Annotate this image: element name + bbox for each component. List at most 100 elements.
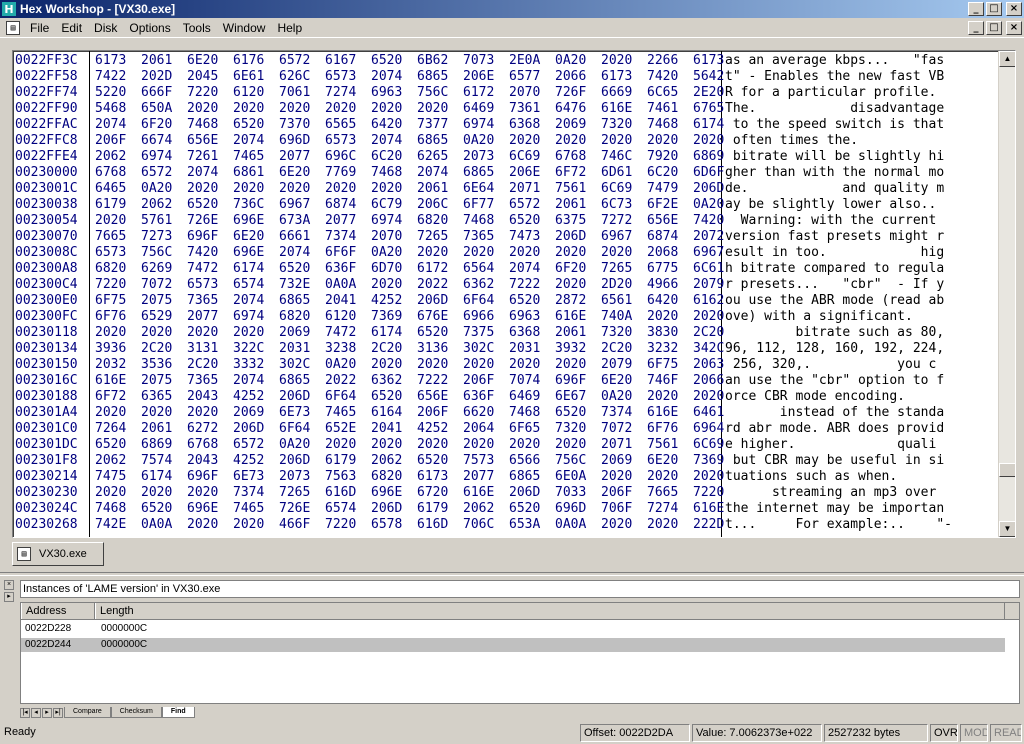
hex-word[interactable]: 2074 [371, 133, 402, 149]
hex-word[interactable]: 7468 [509, 405, 540, 421]
hex-word[interactable]: 6963 [371, 85, 402, 101]
last-tab-icon[interactable]: ▸| [53, 708, 63, 718]
hex-word[interactable]: 2045 [187, 69, 218, 85]
ascii-text[interactable]: 96, 112, 128, 160, 192, 224, [725, 341, 944, 357]
hex-word[interactable]: 7563 [325, 469, 356, 485]
hex-word[interactable]: 3136 [417, 341, 448, 357]
list-item[interactable]: 0022D228 0000000C [21, 622, 1019, 636]
hex-word[interactable]: 2063 [693, 357, 724, 373]
menu-window[interactable]: Window [217, 21, 272, 35]
hex-word[interactable]: 0A20 [601, 389, 632, 405]
hex-word[interactable]: 7074 [509, 373, 540, 389]
hex-word[interactable]: 2074 [233, 293, 264, 309]
hex-word[interactable]: 5220 [95, 85, 126, 101]
hex-word[interactable]: 2077 [463, 469, 494, 485]
hex-word[interactable]: 6578 [371, 517, 402, 533]
hex-word[interactable]: 2020 [647, 133, 678, 149]
hex-word[interactable]: 7320 [601, 325, 632, 341]
hex-word[interactable]: 6865 [279, 293, 310, 309]
hex-word[interactable]: 7920 [647, 149, 678, 165]
hex-word[interactable]: 676E [417, 309, 448, 325]
hex-word[interactable]: 7468 [371, 165, 402, 181]
hex-word[interactable]: 6974 [141, 149, 172, 165]
hex-word[interactable]: 6C79 [371, 197, 402, 213]
hex-word[interactable]: 2020 [647, 309, 678, 325]
hex-word[interactable]: 696D [279, 133, 310, 149]
hex-word[interactable]: 6768 [187, 437, 218, 453]
hex-word[interactable]: 2068 [647, 245, 678, 261]
hex-word[interactable]: 206D [509, 485, 540, 501]
hex-word[interactable]: 2020 [463, 437, 494, 453]
hex-word[interactable]: 2020 [555, 357, 586, 373]
hex-word[interactable]: 2020 [509, 245, 540, 261]
column-header-address[interactable]: Address [21, 603, 95, 619]
hex-word[interactable]: 616E [601, 101, 632, 117]
hex-word[interactable]: 6D6F [693, 165, 724, 181]
hex-word[interactable]: 6465 [95, 181, 126, 197]
hex-word[interactable]: 6520 [187, 197, 218, 213]
tab-compare[interactable]: Compare [64, 707, 111, 718]
hex-word[interactable]: 2069 [279, 325, 310, 341]
hex-word[interactable]: 6F6F [325, 245, 356, 261]
hex-word[interactable]: 2C20 [601, 341, 632, 357]
hex-word[interactable]: 206D [279, 389, 310, 405]
hex-word[interactable]: 656E [647, 213, 678, 229]
ascii-text[interactable]: esult in too. hig [725, 245, 944, 261]
hex-word[interactable]: 6573 [95, 245, 126, 261]
hex-word[interactable]: 2043 [187, 389, 218, 405]
hex-word[interactable]: 6573 [325, 69, 356, 85]
hex-word[interactable]: 636F [463, 389, 494, 405]
hex-word[interactable]: 726E [187, 213, 218, 229]
hex-word[interactable]: 7365 [187, 373, 218, 389]
hex-word[interactable]: 7472 [325, 325, 356, 341]
hex-word[interactable]: 6573 [187, 277, 218, 293]
hex-word[interactable]: 206D [417, 293, 448, 309]
hex-word[interactable]: 2E20 [693, 85, 724, 101]
hex-word[interactable]: 2020 [187, 181, 218, 197]
hex-word[interactable]: 6572 [509, 197, 540, 213]
hex-word[interactable]: 7561 [647, 437, 678, 453]
hex-word[interactable]: 616E [647, 405, 678, 421]
hex-word[interactable]: 342C [693, 341, 724, 357]
hex-word[interactable]: 0A20 [141, 181, 172, 197]
ascii-text[interactable]: gher than with the normal mo [725, 165, 944, 181]
hex-word[interactable]: 206E [463, 69, 494, 85]
hex-word[interactable]: 2061 [141, 53, 172, 69]
pane-divider[interactable] [0, 572, 1024, 576]
hex-word[interactable]: 2074 [233, 373, 264, 389]
hex-word[interactable]: 2061 [141, 421, 172, 437]
hex-word[interactable]: 6F72 [95, 389, 126, 405]
hex-word[interactable]: 6669 [601, 85, 632, 101]
ascii-text[interactable]: h bitrate compared to regula [725, 261, 944, 277]
hex-word[interactable]: 2062 [141, 197, 172, 213]
hex-word[interactable]: 6174 [693, 117, 724, 133]
hex-word[interactable]: 7574 [141, 453, 172, 469]
hex-word[interactable]: 6F20 [141, 117, 172, 133]
hex-word[interactable]: 6520 [509, 501, 540, 517]
hex-word[interactable]: 7465 [325, 405, 356, 421]
hex-word[interactable]: 2020 [693, 469, 724, 485]
hex-word[interactable]: 206F [601, 485, 632, 501]
hex-word[interactable]: 2C20 [187, 357, 218, 373]
hex-word[interactable]: 7273 [141, 229, 172, 245]
hex-word[interactable]: 2062 [95, 149, 126, 165]
hex-word[interactable]: 6362 [371, 373, 402, 389]
hex-word[interactable]: 6520 [417, 453, 448, 469]
hex-word[interactable]: 6420 [371, 117, 402, 133]
hex-word[interactable]: 6C20 [371, 149, 402, 165]
hex-word[interactable]: 2020 [693, 389, 724, 405]
hex-word[interactable]: 2020 [141, 405, 172, 421]
hex-word[interactable]: 7420 [647, 69, 678, 85]
hex-word[interactable]: 2043 [187, 453, 218, 469]
hex-word[interactable]: 6865 [279, 373, 310, 389]
hex-word[interactable]: 696E [233, 245, 264, 261]
hex-word[interactable]: 2872 [555, 293, 586, 309]
hex-word[interactable]: 3936 [95, 341, 126, 357]
hex-word[interactable]: 6179 [95, 197, 126, 213]
ascii-text[interactable]: ou use the ABR mode (read ab [725, 293, 944, 309]
hex-word[interactable]: 6D70 [371, 261, 402, 277]
ascii-text[interactable]: the internet may be importan [725, 501, 944, 517]
hex-word[interactable]: 696E [187, 501, 218, 517]
hex-word[interactable]: 7265 [279, 485, 310, 501]
hex-word[interactable]: 6C61 [693, 261, 724, 277]
